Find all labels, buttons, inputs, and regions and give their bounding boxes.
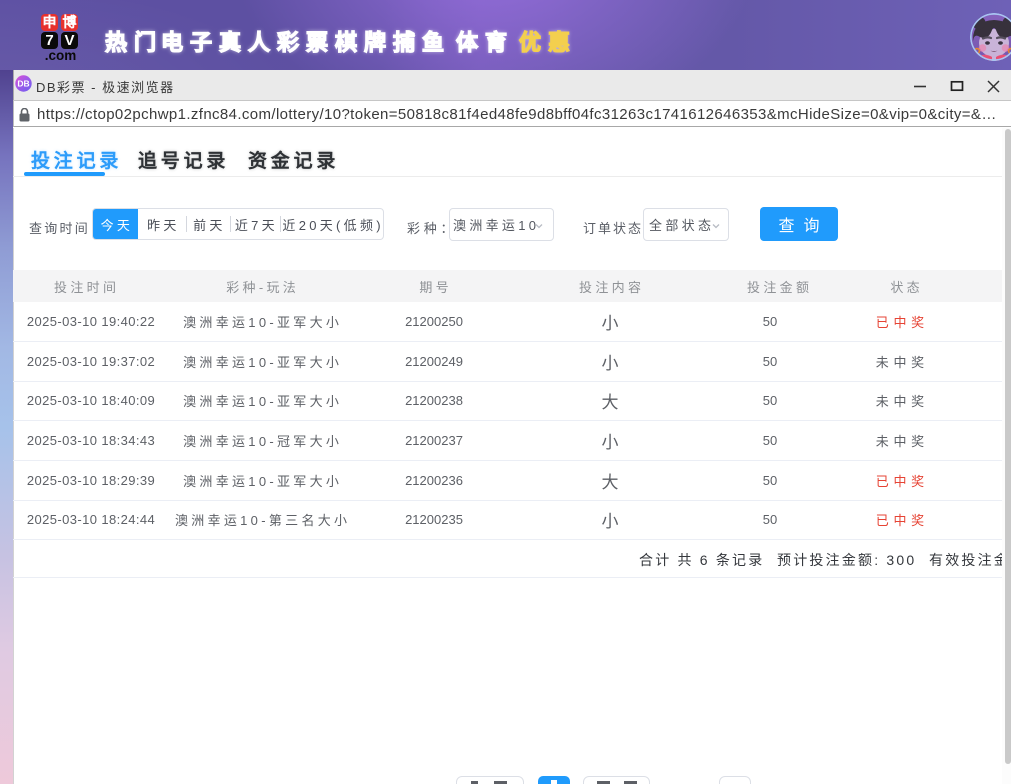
svg-text:DB: DB (17, 79, 29, 89)
